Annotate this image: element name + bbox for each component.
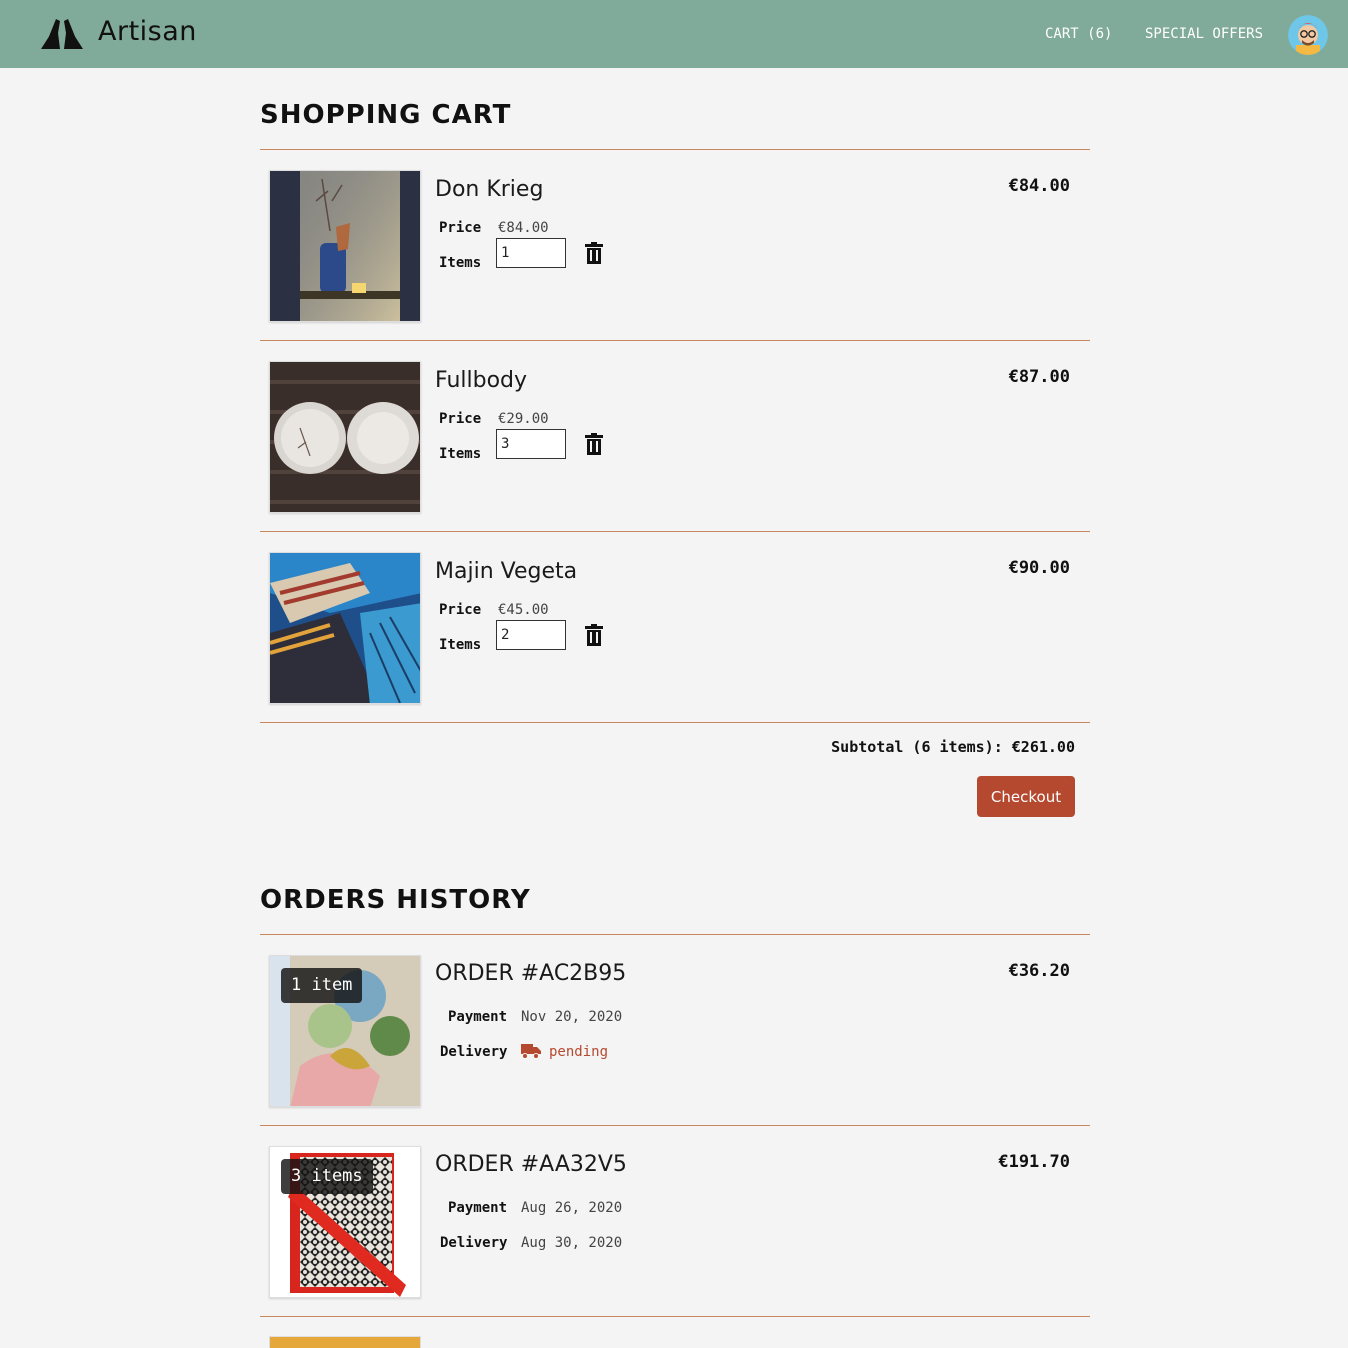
product-name[interactable]: Majin Vegeta	[435, 559, 577, 584]
order-image[interactable]	[269, 1336, 421, 1348]
divider	[260, 722, 1090, 723]
truck-icon	[521, 1044, 541, 1059]
quantity-input[interactable]	[496, 238, 566, 268]
product-name[interactable]: Don Krieg	[435, 177, 543, 202]
price-label: Price	[439, 411, 482, 427]
nav-special-offers-link[interactable]: SPECIAL OFFERS	[1145, 26, 1263, 42]
cart-item: Fullbody €87.00 Price €29.00 Items	[260, 341, 1090, 531]
order-total: €191.70	[998, 1152, 1070, 1172]
shopping-cart-title: SHOPPING CART	[260, 100, 512, 130]
artisan-logo-icon[interactable]	[40, 15, 84, 51]
nav-cart-link[interactable]: CART (6)	[1045, 26, 1112, 42]
items-label: Items	[439, 446, 482, 462]
delivery-label: Delivery	[440, 1235, 508, 1251]
delivery-date: Aug 30, 2020	[521, 1235, 623, 1251]
items-label: Items	[439, 255, 482, 271]
brand-name[interactable]: Artisan	[98, 16, 197, 47]
trash-icon[interactable]	[584, 242, 604, 264]
items-label: Items	[439, 637, 482, 653]
orders-history-title: ORDERS HISTORY	[260, 885, 531, 915]
line-total: €90.00	[1008, 558, 1070, 578]
order-total: €36.20	[1008, 961, 1070, 981]
line-total: €87.00	[1008, 367, 1070, 387]
order-row: 3 items ORDER #AA32V5 €191.70 Payment Au…	[260, 1126, 1090, 1316]
product-image[interactable]	[269, 170, 421, 322]
payment-date: Aug 26, 2020	[521, 1200, 623, 1216]
checkout-button[interactable]: Checkout	[977, 776, 1075, 817]
product-image[interactable]	[269, 361, 421, 513]
unit-price: €84.00	[498, 220, 549, 236]
product-image[interactable]	[269, 552, 421, 704]
trash-icon[interactable]	[584, 624, 604, 646]
line-total: €84.00	[1008, 176, 1070, 196]
product-name[interactable]: Fullbody	[435, 368, 527, 393]
unit-price: €45.00	[498, 602, 549, 618]
price-label: Price	[439, 220, 482, 236]
order-item-count-badge: 1 item	[281, 968, 363, 1003]
trash-icon[interactable]	[584, 433, 604, 455]
payment-label: Payment	[448, 1200, 508, 1216]
cart-subtotal: Subtotal (6 items): €261.00	[831, 738, 1075, 756]
order-image[interactable]: 1 item	[269, 955, 421, 1107]
price-label: Price	[439, 602, 482, 618]
unit-price: €29.00	[498, 411, 549, 427]
order-item-count-badge: 3 items	[281, 1159, 373, 1194]
delivery-status: pending	[549, 1044, 609, 1060]
order-id[interactable]: ORDER #AA32V5	[435, 1152, 627, 1177]
quantity-input[interactable]	[496, 429, 566, 459]
order-id[interactable]: ORDER #AC2B95	[435, 961, 626, 986]
user-avatar[interactable]	[1288, 15, 1328, 55]
top-nav-bar: Artisan CART (6) SPECIAL OFFERS	[0, 0, 1348, 68]
divider	[260, 1316, 1090, 1317]
payment-label: Payment	[448, 1009, 508, 1025]
quantity-input[interactable]	[496, 620, 566, 650]
cart-item: Majin Vegeta €90.00 Price €45.00 Items	[260, 532, 1090, 722]
delivery-label: Delivery	[440, 1044, 508, 1060]
order-row: 1 item ORDER #AC2B95 €36.20 Payment Nov …	[260, 935, 1090, 1125]
cart-item: Don Krieg €84.00 Price €84.00 Items	[260, 150, 1090, 340]
order-image[interactable]: 3 items	[269, 1146, 421, 1298]
payment-date: Nov 20, 2020	[521, 1009, 623, 1025]
